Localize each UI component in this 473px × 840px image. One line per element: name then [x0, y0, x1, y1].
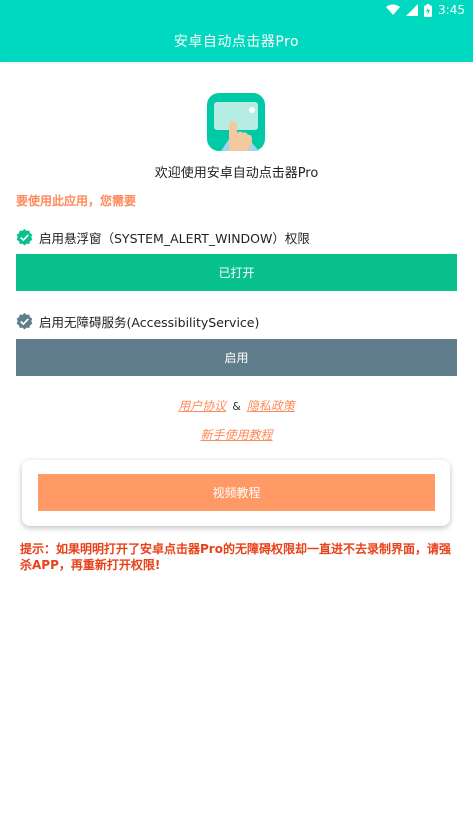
- permission-accessibility-row: 启用无障碍服务(AccessibilityService): [16, 311, 259, 331]
- permission-overlay-row: 启用悬浮窗（SYSTEM_ALERT_WINDOW）权限: [16, 227, 310, 247]
- battery-icon: [424, 3, 433, 17]
- check-badge-icon: [16, 228, 33, 246]
- tutorial-link[interactable]: 新手使用教程: [200, 428, 272, 442]
- accessibility-enable-button[interactable]: 启用: [16, 339, 457, 376]
- overlay-permission-button[interactable]: 已打开: [16, 254, 457, 291]
- wifi-icon: [386, 4, 401, 16]
- tip-text: 提示：如果明明打开了安卓点击器Pro的无障碍权限却一直进不去录制界面，请强杀AP…: [20, 542, 451, 572]
- status-time: 3:45: [438, 3, 465, 17]
- requirement-heading: 要使用此应用，您需要: [16, 194, 137, 208]
- privacy-policy-link[interactable]: 隐私政策: [247, 399, 295, 413]
- video-tutorial-card: 视频教程: [22, 460, 450, 526]
- legal-links: 用户协议 & 隐私政策: [0, 397, 473, 414]
- permission-overlay-label: 启用悬浮窗（SYSTEM_ALERT_WINDOW）权限: [39, 230, 310, 246]
- video-tutorial-button[interactable]: 视频教程: [38, 474, 435, 511]
- app-title: 安卓自动点击器Pro: [173, 34, 300, 50]
- tutorial-link-row: 新手使用教程: [0, 426, 473, 443]
- status-bar: 3:45: [0, 0, 473, 20]
- welcome-text: 欢迎使用安卓自动点击器Pro: [154, 166, 319, 181]
- link-separator: &: [232, 400, 241, 413]
- check-badge-icon: [16, 312, 33, 330]
- app-bar: 安卓自动点击器Pro: [0, 20, 473, 62]
- signal-icon: [406, 4, 419, 16]
- status-icons: 3:45: [386, 2, 465, 18]
- permission-accessibility-label: 启用无障碍服务(AccessibilityService): [39, 314, 260, 330]
- user-agreement-link[interactable]: 用户协议: [178, 399, 226, 413]
- app-logo-icon: [207, 93, 265, 151]
